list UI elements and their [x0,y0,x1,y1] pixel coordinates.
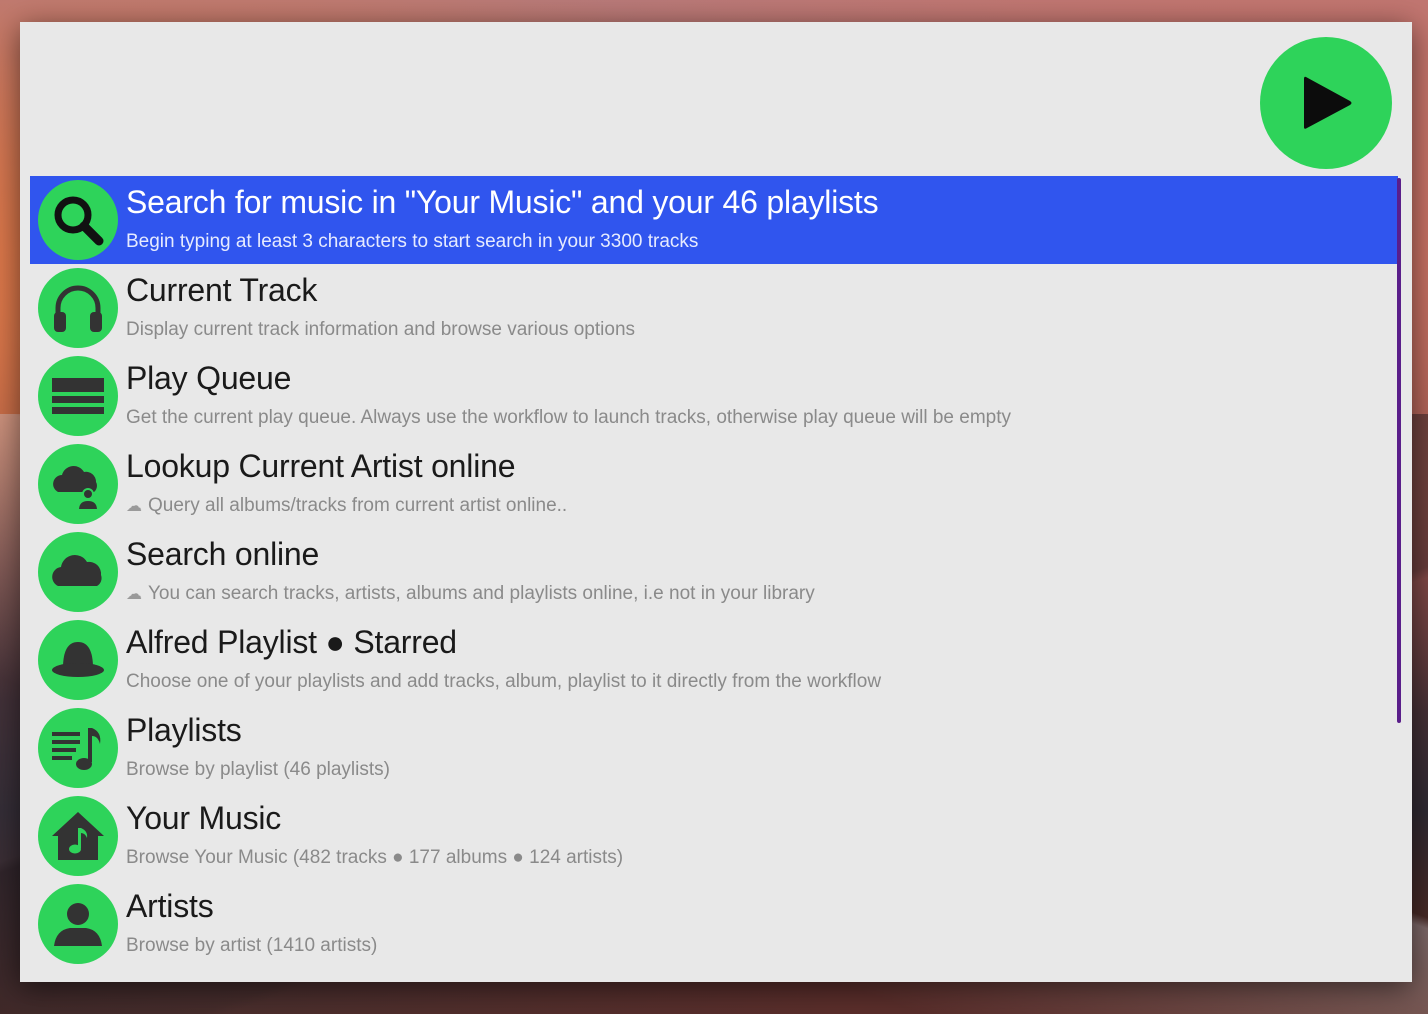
cloud-icon: ☁ [126,498,142,515]
cloud-artist-icon [38,444,118,524]
result-title: Play Queue [126,360,292,396]
result-title: Search online [126,536,320,572]
result-subtitle: Get the current play queue. Always use t… [126,407,1012,428]
search-input[interactable] [40,62,1244,134]
cloud-icon: ☁ [126,586,142,603]
result-title: Your Music [126,800,282,836]
result-playlists[interactable]: Playlists Browse by playlist (46 playlis… [30,704,1398,792]
cloud-icon [38,532,118,612]
result-title: Alfred Playlist ● Starred [126,624,457,660]
result-subtitle: Begin typing at least 3 characters to st… [126,231,699,252]
result-artists[interactable]: Artists Browse by artist (1410 artists) [30,880,1398,968]
result-subtitle: Browse by artist (1410 artists) [126,935,378,956]
result-play-queue[interactable]: Play Queue Get the current play queue. A… [30,352,1398,440]
bowler-hat-icon [38,620,118,700]
result-subtitle: Browse Your Music (482 tracks ● 177 albu… [126,847,624,868]
search-icon [38,180,118,260]
result-search-online[interactable]: Search online ☁ You can search tracks, ar… [30,528,1398,616]
result-your-music[interactable]: Your Music Browse Your Music (482 tracks… [30,792,1398,880]
query-bar [20,22,1412,176]
result-search-music[interactable]: Search for music in "Your Music" and you… [30,176,1398,264]
result-title: Artists [126,888,214,924]
headphones-icon [38,268,118,348]
queue-icon [38,356,118,436]
results-list: Search for music in "Your Music" and you… [30,176,1400,976]
play-icon [1304,76,1352,129]
result-title: Search for music in "Your Music" and you… [126,184,879,220]
result-subtitle: Choose one of your playlists and add tra… [126,671,882,692]
result-title: Current Track [126,272,318,308]
result-subtitle: ☁ You can search tracks, artists, albums … [126,583,815,604]
result-alfred-playlist[interactable]: Alfred Playlist ● Starred Choose one of … [30,616,1398,704]
play-button[interactable] [1260,37,1392,169]
person-icon [38,884,118,964]
result-current-track[interactable]: Current Track Display current track info… [30,264,1398,352]
result-subtitle: Browse by playlist (46 playlists) [126,759,390,780]
result-subtitle: ☁ Query all albums/tracks from current ar… [126,495,568,516]
scrollbar[interactable] [1397,178,1401,723]
playlist-icon [38,708,118,788]
result-title: Lookup Current Artist online [126,448,516,484]
result-lookup-artist[interactable]: Lookup Current Artist online ☁ Query all … [30,440,1398,528]
result-subtitle: Display current track information and br… [126,319,636,340]
music-house-icon [38,796,118,876]
alfred-window: Search for music in "Your Music" and you… [20,22,1412,982]
result-title: Playlists [126,712,242,748]
